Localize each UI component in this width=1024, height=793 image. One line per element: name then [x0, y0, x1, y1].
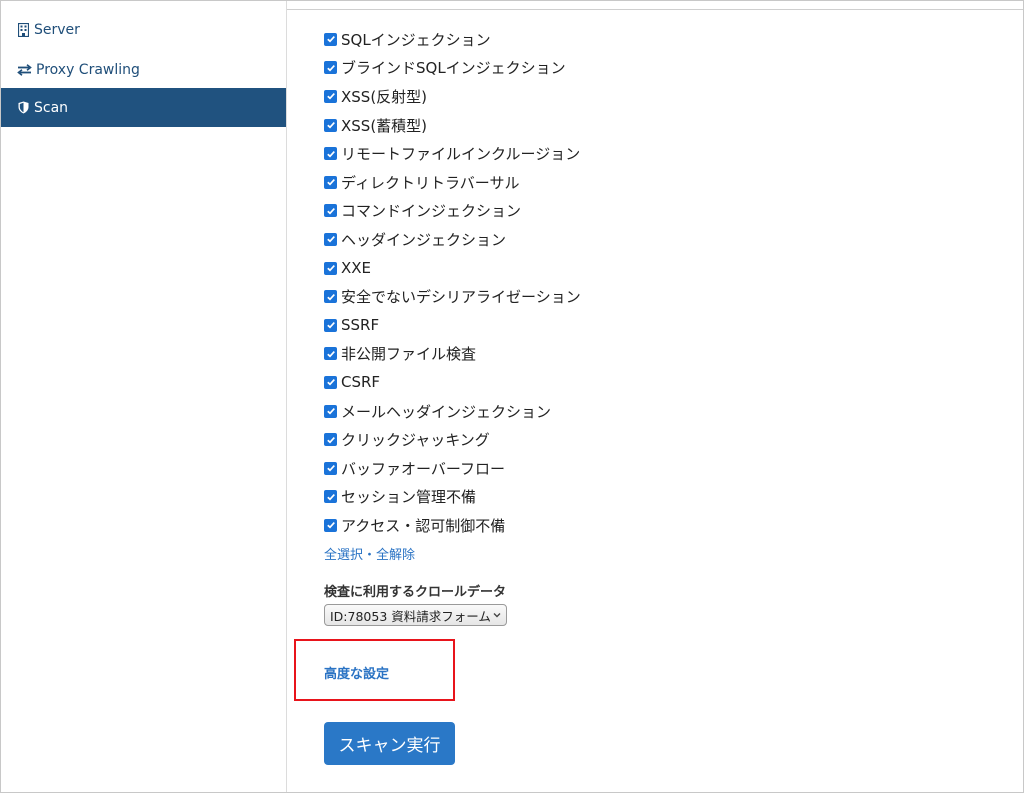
check-label: ヘッダインジェクション [341, 229, 506, 250]
checkbox[interactable] [324, 262, 337, 275]
vulnerability-check-item[interactable]: ディレクトリトラバーサル [324, 168, 581, 197]
check-label: SSRF [341, 316, 379, 334]
checkbox[interactable] [324, 519, 337, 532]
select-toggle-links: 全選択・全解除 [324, 544, 415, 563]
sidebar-item-proxy-crawling[interactable]: Proxy Crawling [1, 50, 286, 89]
check-label: 安全でないデシリアライゼーション [341, 286, 581, 307]
vulnerability-check-item[interactable]: セッション管理不備 [324, 483, 581, 512]
vulnerability-check-item[interactable]: バッファオーバーフロー [324, 454, 581, 483]
check-label: XSS(反射型) [341, 86, 427, 107]
vulnerability-check-item[interactable]: 非公開ファイル検査 [324, 340, 581, 369]
sidebar-item-label: Proxy Crawling [36, 62, 140, 78]
crawl-data-label: 検査に利用するクロールデータ [324, 581, 506, 600]
vulnerability-check-item[interactable]: CSRF [324, 368, 581, 397]
vulnerability-check-item[interactable]: SSRF [324, 311, 581, 340]
checkbox[interactable] [324, 433, 337, 446]
check-label: バッファオーバーフロー [341, 458, 505, 479]
vulnerability-check-item[interactable]: SQLインジェクション [324, 25, 581, 54]
vulnerability-check-item[interactable]: 安全でないデシリアライゼーション [324, 282, 581, 311]
divider [287, 9, 1023, 10]
check-label: XXE [341, 259, 371, 277]
checkbox[interactable] [324, 33, 337, 46]
vulnerability-check-item[interactable]: XSS(反射型) [324, 82, 581, 111]
check-label: ディレクトリトラバーサル [341, 172, 520, 193]
check-label: アクセス・認可制御不備 [341, 515, 505, 536]
check-label: リモートファイルインクルージョン [341, 143, 580, 164]
checkbox[interactable] [324, 176, 337, 189]
vulnerability-check-item[interactable]: XSS(蓄積型) [324, 111, 581, 140]
checkbox[interactable] [324, 233, 337, 246]
check-label: クリックジャッキング [341, 429, 490, 450]
sidebar-item-server[interactable]: Server [1, 10, 286, 49]
vulnerability-check-item[interactable]: XXE [324, 254, 581, 283]
link-separator: ・ [363, 548, 376, 563]
checkbox[interactable] [324, 490, 337, 503]
check-label: コマンドインジェクション [341, 200, 521, 221]
checkbox[interactable] [324, 319, 337, 332]
checkbox[interactable] [324, 290, 337, 303]
checkbox[interactable] [324, 376, 337, 389]
select-all-link[interactable]: 全選択 [324, 548, 363, 563]
advanced-settings-link[interactable]: 高度な設定 [324, 663, 389, 682]
checkbox[interactable] [324, 462, 337, 475]
vulnerability-check-item[interactable]: アクセス・認可制御不備 [324, 511, 581, 540]
check-label: セッション管理不備 [341, 486, 476, 507]
checkbox[interactable] [324, 405, 337, 418]
check-label: 非公開ファイル検査 [341, 343, 476, 364]
shield-icon [16, 101, 30, 115]
run-scan-button[interactable]: スキャン実行 [324, 722, 455, 765]
crawl-data-select[interactable]: ID:78053 資料請求フォーム [324, 604, 507, 626]
sidebar-item-scan[interactable]: Scan [1, 88, 286, 127]
vulnerability-check-item[interactable]: ヘッダインジェクション [324, 225, 581, 254]
building-icon [16, 23, 30, 37]
chevron-down-icon [492, 609, 502, 621]
sidebar-item-label: Server [34, 22, 80, 38]
sidebar-item-label: Scan [34, 100, 68, 116]
vulnerability-check-item[interactable]: ブラインドSQLインジェクション [324, 54, 581, 83]
checkbox[interactable] [324, 204, 337, 217]
vulnerability-check-item[interactable]: メールヘッダインジェクション [324, 397, 581, 426]
checkbox[interactable] [324, 347, 337, 360]
check-label: メールヘッダインジェクション [341, 401, 551, 422]
vulnerability-check-item[interactable]: クリックジャッキング [324, 425, 581, 454]
vulnerability-check-list: SQLインジェクションブラインドSQLインジェクション XSS(反射型) XSS(蓄… [324, 25, 581, 540]
vulnerability-check-item[interactable]: リモートファイルインクルージョン [324, 139, 581, 168]
checkbox[interactable] [324, 90, 337, 103]
crawl-data-selected-value: ID:78053 資料請求フォーム [330, 606, 491, 625]
scan-settings-panel: SQLインジェクションブラインドSQLインジェクション XSS(反射型) XSS(蓄… [287, 1, 1023, 792]
vulnerability-check-item[interactable]: コマンドインジェクション [324, 197, 581, 226]
checkbox[interactable] [324, 61, 337, 74]
sidebar: Server Proxy Crawling Scan [1, 1, 287, 792]
check-label: CSRF [341, 373, 380, 391]
checkbox[interactable] [324, 119, 337, 132]
app-frame: Server Proxy Crawling Scan [0, 0, 1024, 793]
check-label: ブラインドSQLインジェクション [341, 57, 566, 78]
checkbox[interactable] [324, 147, 337, 160]
check-label: SQLインジェクション [341, 29, 491, 50]
deselect-all-link[interactable]: 全解除 [376, 548, 415, 563]
exchange-arrows-icon [16, 63, 32, 77]
check-label: XSS(蓄積型) [341, 115, 427, 136]
